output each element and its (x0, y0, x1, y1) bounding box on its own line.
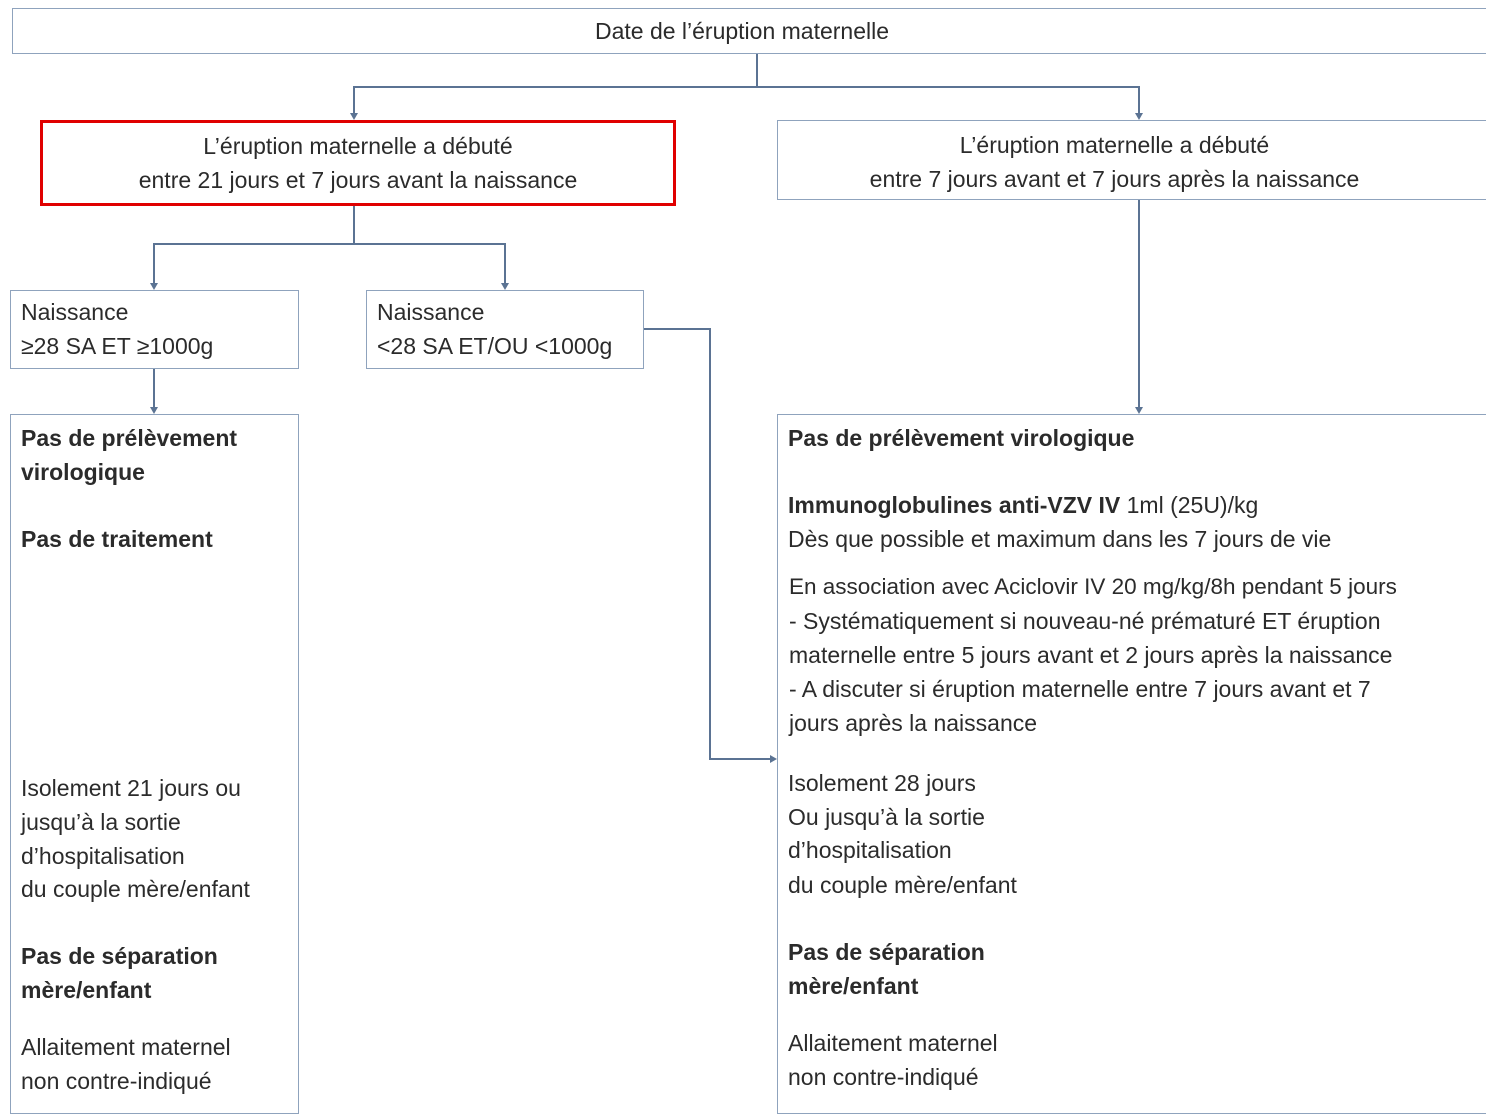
branch-left-line2: entre 21 jours et 7 jours avant la naiss… (138, 167, 578, 193)
right-no-sampling: Pas de prélèvement virologique (788, 425, 1135, 451)
left-isolation-3: d’hospitalisation (21, 843, 185, 869)
right-no-separation-1: Pas de séparation (788, 939, 985, 965)
right-breastfeeding-2: non contre-indiqué (788, 1064, 979, 1090)
branch-left-line1: L’éruption maternelle a débuté (203, 133, 513, 159)
connector-to-birth-ge28 (153, 243, 155, 284)
birth-ge28-line2: ≥28 SA ET ≥1000g (21, 333, 214, 359)
left-breastfeeding-1: Allaitement maternel (21, 1034, 231, 1060)
right-aciclovir-4: - A discuter si éruption maternelle entr… (789, 676, 1371, 702)
left-breastfeeding-2: non contre-indiqué (21, 1068, 212, 1094)
right-outcome-panel: Pas de prélèvement virologique Immunoglo… (777, 414, 1486, 1114)
arrow-to-birth-lt28 (501, 283, 509, 290)
arrow-to-right-branch (1135, 113, 1143, 120)
connector-to-left-branch (353, 86, 355, 114)
root-label: Date de l’éruption maternelle (594, 18, 890, 44)
right-isolation-4: du couple mère/enfant (788, 872, 1017, 898)
connector-birth-ge28-to-outcome (153, 369, 155, 408)
left-outcome-panel: Pas de prélèvement virologique Pas de tr… (10, 414, 299, 1114)
connector-to-right-branch (1138, 86, 1140, 114)
right-isolation-3: d’hospitalisation (788, 837, 952, 863)
left-no-separation-1: Pas de séparation (21, 943, 218, 969)
birth-lt28-line1: Naissance (377, 299, 485, 325)
right-aciclovir-1: En association avec Aciclovir IV 20 mg/k… (789, 574, 1397, 599)
connector-root-horizontal (353, 86, 1140, 88)
right-aciclovir-3: maternelle entre 5 jours avant et 2 jour… (789, 642, 1393, 668)
right-no-separation-2: mère/enfant (788, 973, 919, 999)
connector-root-stem (756, 54, 758, 87)
branch-rash-21-to-7-days-before-birth: L’éruption maternelle a débuté entre 21 … (40, 120, 676, 206)
right-aciclovir-2: - Systématiquement si nouveau-né prématu… (789, 608, 1381, 634)
right-immunoglobulins: Immunoglobulines anti-VZV IV 1ml (25U)/k… (788, 488, 1258, 522)
birth-lt28sa-lt1000g: Naissance <28 SA ET/OU <1000g (366, 290, 644, 369)
connector-left-branch-horizontal (153, 243, 506, 245)
right-ig-timing: Dès que possible et maximum dans les 7 j… (788, 526, 1332, 552)
right-ig-bold: Immunoglobulines anti-VZV IV (788, 492, 1121, 518)
left-no-sampling-2: virologique (21, 459, 145, 485)
connector-birth-lt28-out (644, 328, 711, 330)
right-aciclovir-5: jours après la naissance (789, 710, 1038, 736)
arrow-to-birth-ge28 (150, 283, 158, 290)
right-breastfeeding-1: Allaitement maternel (788, 1030, 998, 1056)
right-isolation-1: Isolement 28 jours (788, 770, 976, 796)
arrow-to-right-outcome-isolation (770, 755, 777, 763)
left-isolation-4: du couple mère/enfant (21, 876, 250, 902)
branch-rash-7-days-before-to-7-days-after: L’éruption maternelle a débuté entre 7 j… (777, 120, 1486, 200)
left-isolation-1: Isolement 21 jours ou (21, 775, 241, 801)
left-no-treatment: Pas de traitement (21, 526, 213, 552)
branch-right-line2: entre 7 jours avant et 7 jours après la … (869, 166, 1360, 192)
left-isolation-2: jusqu’à la sortie (21, 809, 181, 835)
connector-birth-lt28-in (709, 758, 771, 760)
arrow-to-left-outcome (150, 407, 158, 414)
right-isolation-2: Ou jusqu’à la sortie (788, 804, 985, 830)
birth-ge28sa-ge1000g: Naissance ≥28 SA ET ≥1000g (10, 290, 299, 369)
connector-birth-lt28-down (709, 328, 711, 760)
right-ig-dose: 1ml (25U)/kg (1120, 492, 1259, 518)
arrow-to-right-outcome (1135, 407, 1143, 414)
connector-left-branch-stem (353, 206, 355, 244)
birth-lt28-line2: <28 SA ET/OU <1000g (377, 333, 613, 359)
connector-to-birth-lt28 (504, 243, 506, 284)
left-no-separation-2: mère/enfant (21, 977, 152, 1003)
arrow-to-left-branch (350, 113, 358, 120)
root-node-maternal-rash-date: Date de l’éruption maternelle (12, 8, 1486, 54)
birth-ge28-line1: Naissance (21, 299, 129, 325)
connector-right-branch-to-outcome (1138, 200, 1140, 408)
left-no-sampling-1: Pas de prélèvement (21, 425, 238, 451)
branch-right-line1: L’éruption maternelle a débuté (959, 132, 1270, 158)
